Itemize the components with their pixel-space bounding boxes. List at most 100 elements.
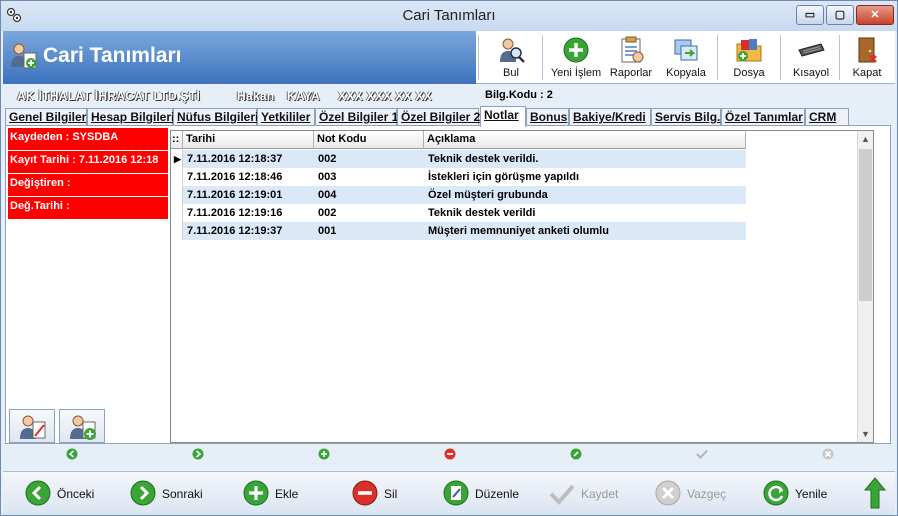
tab-custom-definitions[interactable]: Özel Tanımlar	[721, 108, 805, 126]
nav-delete-icon[interactable]	[444, 448, 456, 460]
first-name: Hakan	[237, 89, 275, 103]
file-label: Dosya	[733, 67, 765, 79]
cell-code: 004	[318, 189, 337, 201]
scroll-down-icon[interactable]: ▼	[858, 426, 873, 442]
cell-code: 001	[318, 225, 337, 237]
delete-button[interactable]: Sil	[352, 480, 422, 508]
tab-identity[interactable]: Nüfus Bilgileri	[173, 108, 259, 126]
cell-description: Özel müşteri grubunda	[428, 189, 548, 201]
edit-user-button[interactable]	[9, 409, 55, 443]
minimize-button[interactable]: ▭	[796, 5, 824, 25]
vertical-scrollbar[interactable]: ▲ ▼	[857, 131, 873, 442]
toolbar-divider	[542, 35, 543, 80]
nav-next-icon[interactable]	[192, 448, 204, 460]
row-indicator	[171, 168, 183, 186]
scroll-top-button[interactable]	[863, 476, 887, 510]
tab-service-info[interactable]: Servis Bilg.	[651, 108, 721, 126]
column-note-code[interactable]: Not Kodu	[314, 131, 424, 149]
find-button[interactable]: Bul	[489, 33, 533, 82]
tab-custom-2[interactable]: Özel Bilgiler 2	[397, 108, 481, 126]
brand-banner: Cari Tanımları	[3, 31, 476, 84]
tab-general[interactable]: Genel Bilgiler	[5, 108, 87, 126]
save-label: Kaydet	[581, 487, 619, 501]
tab-notes[interactable]: Notlar	[480, 106, 526, 127]
refresh-button[interactable]: Yenile	[763, 480, 843, 508]
copy-icon	[674, 39, 698, 61]
table-row[interactable]: 7.11.2016 12:19:01 004 Özel müşteri grub…	[171, 186, 746, 204]
previous-button[interactable]: Önceki	[25, 480, 115, 508]
exit-button[interactable]: Kapat	[843, 33, 891, 82]
users-icon	[11, 43, 37, 69]
grid-header: :: Tarihi Not Kodu Açıklama	[171, 131, 746, 149]
save-button[interactable]: Kaydet	[549, 480, 639, 508]
nav-cancel-icon[interactable]	[822, 448, 834, 460]
audit-panel: Kaydeden : SYSDBA Kayıt Tarihi : 7.11.20…	[6, 126, 168, 443]
add-user-button[interactable]	[59, 409, 105, 443]
tab-label: Özel Bilgiler 2	[401, 110, 481, 124]
nav-add-icon[interactable]	[318, 448, 330, 460]
scroll-up-icon[interactable]: ▲	[858, 131, 873, 147]
tab-custom-1[interactable]: Özel Bilgiler 1	[315, 108, 398, 126]
toolbar-divider	[717, 35, 718, 80]
reports-button[interactable]: Raporlar	[607, 33, 655, 82]
maximize-button[interactable]: ▢	[826, 5, 854, 25]
find-label: Bul	[503, 67, 519, 79]
tab-label: Servis Bilg.	[655, 110, 721, 124]
modified-by: Değiştiren :	[8, 174, 168, 196]
scroll-thumb[interactable]	[859, 149, 872, 301]
tab-label: Notlar	[484, 108, 519, 122]
tab-bonus[interactable]: Bonus	[526, 108, 569, 126]
phone-number: XXX XXX XX XX	[338, 89, 432, 103]
reports-label: Raporlar	[609, 67, 653, 79]
table-row[interactable]: 7.11.2016 12:19:37 001 Müşteri memnuniye…	[171, 222, 746, 240]
copy-button[interactable]: Kopyala	[663, 33, 709, 82]
table-row[interactable]: 7.11.2016 12:18:46 003 İstekleri için gö…	[171, 168, 746, 186]
title-bar: Cari Tanımları ▭ ▢ ✕	[1, 1, 897, 31]
column-description[interactable]: Açıklama	[424, 131, 746, 149]
nav-edit-icon[interactable]	[570, 448, 582, 460]
add-button[interactable]: Ekle	[243, 480, 323, 508]
nav-prev-icon[interactable]	[66, 448, 78, 460]
toolbar-divider	[839, 35, 840, 80]
nav-save-icon[interactable]	[696, 448, 708, 460]
tab-label: Bonus	[530, 110, 568, 124]
close-button[interactable]: ✕	[856, 5, 894, 25]
grid-navigator	[5, 445, 891, 465]
new-transaction-button[interactable]: Yeni İşlem	[548, 33, 604, 82]
cell-date: 7.11.2016 12:19:37	[187, 225, 283, 237]
delete-label: Sil	[384, 487, 398, 501]
row-indicator	[171, 204, 183, 222]
modified-at: Değ.Tarihi :	[8, 197, 168, 219]
tab-label: CRM	[809, 110, 837, 124]
tab-label: Yetkililer	[261, 110, 311, 124]
row-selected-icon: ▶	[174, 154, 181, 164]
shortcut-button[interactable]: Kısayol	[787, 33, 835, 82]
file-button[interactable]: Dosya	[725, 33, 773, 82]
tab-strip: Genel Bilgiler Hesap Bilgileri Nüfus Bil…	[5, 106, 895, 127]
row-indicator: ▶	[171, 150, 183, 168]
table-row[interactable]: ▶ 7.11.2016 12:18:37 002 Teknik destek v…	[171, 150, 746, 168]
toolbar-divider	[478, 35, 479, 80]
tab-balance-credit[interactable]: Bakiye/Kredi	[569, 108, 651, 126]
add-icon	[563, 37, 589, 63]
next-button[interactable]: Sonraki	[130, 480, 220, 508]
row-indicator	[171, 222, 183, 240]
tab-authorized[interactable]: Yetkililer	[257, 108, 315, 126]
column-date[interactable]: Tarihi	[183, 131, 314, 149]
refresh-icon	[763, 480, 789, 506]
cell-code: 003	[318, 171, 337, 183]
tab-crm[interactable]: CRM	[805, 108, 849, 126]
checkmark-icon	[549, 484, 575, 505]
shortcut-label: Kısayol	[792, 67, 830, 79]
edit-button[interactable]: Düzenle	[443, 480, 533, 508]
cancel-button[interactable]: Vazgeç	[655, 480, 745, 508]
next-label: Sonraki	[162, 487, 203, 501]
window-title: Cari Tanımları	[402, 7, 496, 24]
tab-account[interactable]: Hesap Bilgileri	[87, 108, 174, 126]
copy-label: Kopyala	[666, 67, 706, 79]
tab-label: Bakiye/Kredi	[573, 110, 646, 124]
main-window: Cari Tanımları ▭ ▢ ✕ Cari Tanımları Bul …	[0, 0, 898, 516]
folder-icon	[736, 39, 762, 62]
table-row[interactable]: 7.11.2016 12:19:16 002 Teknik destek ver…	[171, 204, 746, 222]
tab-label: Nüfus Bilgileri	[177, 110, 259, 124]
